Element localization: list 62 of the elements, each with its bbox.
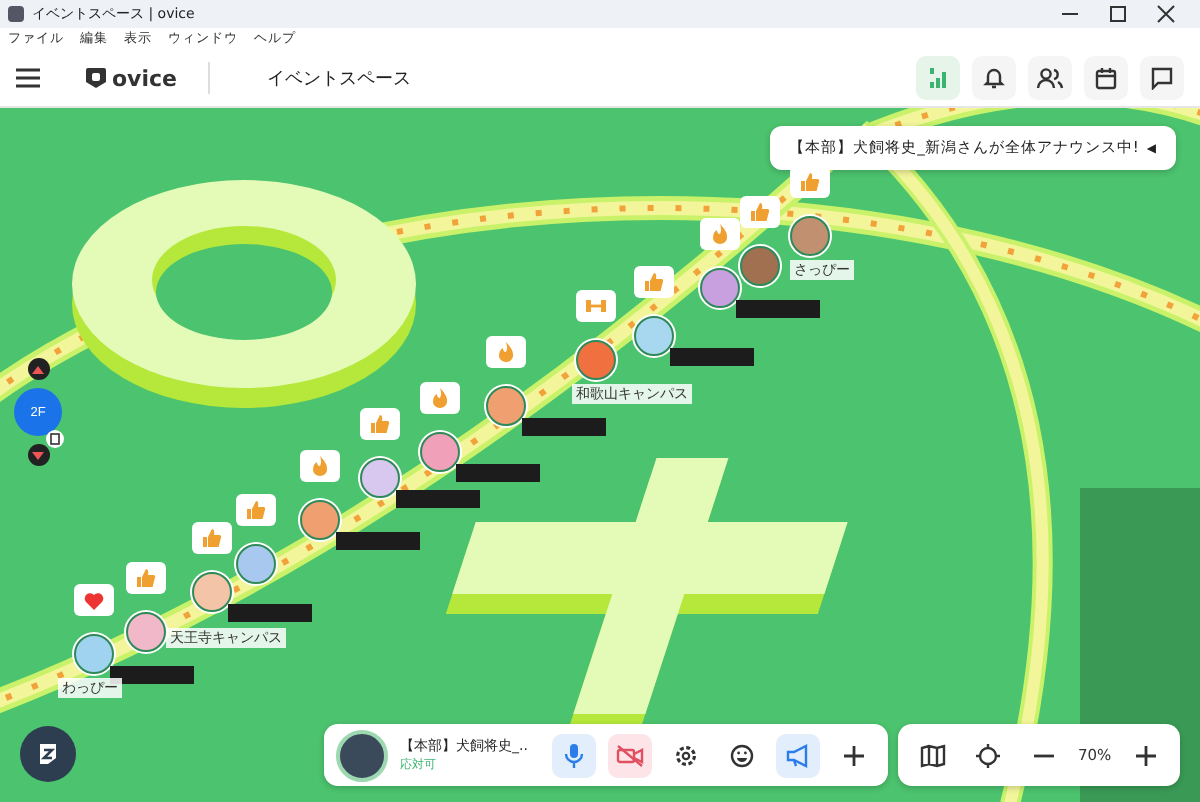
avatar[interactable]: [420, 432, 460, 472]
settings-icon: [674, 743, 698, 767]
heart-icon: [84, 591, 104, 609]
plus-icon: [844, 745, 864, 765]
maximize-icon[interactable]: [1108, 4, 1128, 24]
avatar[interactable]: [360, 458, 400, 498]
user-avatar[interactable]: [336, 729, 388, 781]
calendar-icon: [1094, 66, 1118, 90]
avatar[interactable]: [74, 634, 114, 674]
dumbbell-icon: [584, 298, 608, 314]
building-icon[interactable]: [46, 430, 64, 448]
flame-icon: [712, 224, 728, 244]
announce-button[interactable]: [776, 733, 820, 777]
avatar[interactable]: [486, 386, 526, 426]
signal-icon: [926, 66, 950, 90]
microphone-button[interactable]: [552, 733, 596, 777]
avatar[interactable]: [790, 216, 830, 256]
space-name: イベントスペース: [266, 67, 411, 91]
avatar[interactable]: [192, 572, 232, 612]
avatar[interactable]: [126, 612, 166, 652]
logo-text: ovice: [112, 65, 177, 91]
help-button[interactable]: [20, 726, 76, 782]
logo-icon: [84, 66, 108, 90]
signal-button[interactable]: [916, 56, 960, 100]
calendar-button[interactable]: [1084, 56, 1128, 100]
flame-icon: [312, 456, 328, 476]
chat-icon: [1150, 66, 1174, 90]
caret-down-icon: [32, 451, 44, 459]
thumbs-up-icon: [800, 172, 820, 192]
thumbs-up-icon: [750, 202, 770, 222]
map-icon: [919, 743, 945, 767]
caret-up-icon: [32, 365, 44, 373]
app-icon: [8, 6, 24, 22]
crosshair-icon: [976, 743, 1000, 767]
smiley-icon: [730, 743, 754, 767]
bell-icon: [982, 66, 1006, 90]
members-button[interactable]: [1028, 56, 1072, 100]
flame-icon: [432, 388, 448, 408]
thumbs-up-icon: [644, 272, 664, 292]
thumbs-up-icon: [370, 414, 390, 434]
people-icon: [1036, 66, 1064, 90]
plus-icon: [1135, 745, 1156, 765]
menu-icon[interactable]: [16, 68, 40, 88]
chat-button[interactable]: [1140, 56, 1184, 100]
camera-button[interactable]: [608, 733, 652, 777]
camera-off-icon: [616, 743, 644, 767]
floor-down-button[interactable]: [27, 444, 49, 466]
microphone-icon: [562, 741, 586, 769]
avatar[interactable]: [700, 268, 740, 308]
help-logo-icon: [34, 740, 62, 768]
megaphone-icon: [785, 743, 811, 767]
avatar[interactable]: [300, 500, 340, 540]
thumbs-up-icon: [202, 528, 222, 548]
thumbs-up-icon: [246, 500, 266, 520]
close-icon[interactable]: [1156, 4, 1176, 24]
flame-icon: [498, 342, 514, 362]
thumbs-up-icon: [136, 568, 156, 588]
avatar[interactable]: [634, 316, 674, 356]
avatar[interactable]: [740, 246, 780, 286]
avatar[interactable]: [236, 544, 276, 584]
avatar[interactable]: [576, 340, 616, 380]
notification-button[interactable]: [972, 56, 1016, 100]
